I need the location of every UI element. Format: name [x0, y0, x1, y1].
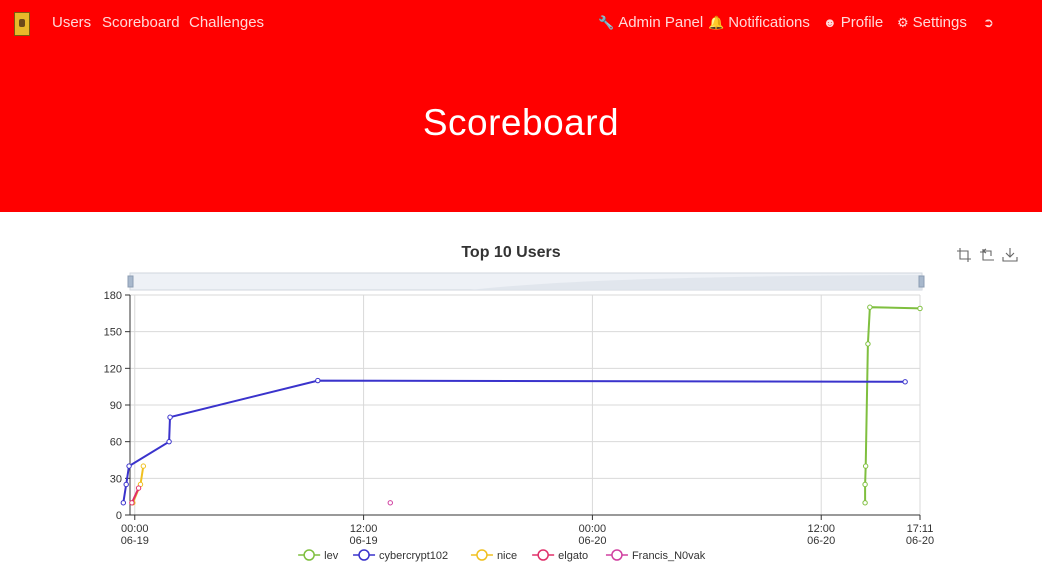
nav-notifications-label: Notifications: [728, 14, 810, 31]
scoreboard-chart-area: Top 10 Users 0 30 60 90 120 150 180 00:00 06-19 1…: [0, 212, 1042, 577]
zoom-handle-right[interactable]: [918, 275, 925, 288]
scoreboard-chart: Top 10 Users 030609012015018000:0006-191…: [104, 244, 1018, 562]
chart-grid: [130, 294, 921, 516]
nav-logout-link[interactable]: ➲: [983, 14, 998, 31]
gears-icon: ⚙: [897, 15, 909, 30]
series-francis-n0vak: [387, 500, 393, 506]
nav-settings-link[interactable]: ⚙ Settings: [897, 14, 967, 31]
legend-label: cybercrypt102: [379, 550, 448, 562]
legend-item[interactable]: nice: [470, 549, 517, 562]
x-tick-date-label: 06-20: [906, 535, 934, 547]
nav-profile-label: Profile: [840, 14, 884, 31]
y-tick-label: 60: [110, 437, 122, 449]
nav-settings-label: Settings: [912, 14, 967, 31]
x-tick-date-label: 06-19: [121, 535, 149, 547]
legend-label: elgato: [558, 550, 588, 562]
user-circle-icon: ☻: [823, 15, 837, 30]
data-point[interactable]: [135, 485, 142, 491]
legend-label: lev: [324, 550, 339, 562]
data-point[interactable]: [902, 379, 908, 385]
hero-banner: Users Scoreboard Challenges 🔧 Admin Panel…: [0, 0, 1042, 212]
chart-legend: lev cybercrypt102 nice elgato Francis_N0vak: [298, 549, 706, 562]
legend-item[interactable]: elgato: [532, 549, 588, 562]
data-point[interactable]: [867, 304, 873, 310]
y-tick-label: 30: [110, 473, 122, 485]
download-icon[interactable]: [1002, 248, 1018, 262]
data-point[interactable]: [862, 481, 868, 488]
nav-challenges-link[interactable]: Challenges: [189, 14, 264, 31]
x-tick-date-label: 06-20: [578, 535, 606, 547]
nav-admin-panel-link[interactable]: 🔧 Admin Panel: [598, 14, 703, 31]
data-point[interactable]: [123, 481, 129, 488]
legend-marker: [303, 549, 315, 561]
page-title: Scoreboard: [422, 102, 620, 143]
top-navbar: Users Scoreboard Challenges 🔧 Admin Panel…: [0, 0, 1042, 46]
nav-scoreboard-link[interactable]: Scoreboard: [102, 14, 180, 31]
data-point[interactable]: [917, 305, 923, 312]
x-tick-time-label: 12:00: [807, 523, 835, 535]
x-tick-date-label: 06-19: [350, 535, 378, 547]
y-tick-label: 90: [110, 400, 122, 412]
data-point[interactable]: [387, 500, 393, 506]
legend-marker: [537, 549, 549, 561]
x-tick-time-label: 00:00: [121, 523, 149, 535]
data-zoom-slider[interactable]: [127, 272, 925, 291]
legend-item[interactable]: cybercrypt102: [353, 549, 448, 562]
y-tick-label: 180: [104, 290, 122, 302]
data-point[interactable]: [315, 377, 321, 384]
legend-label: Francis_N0vak: [632, 550, 706, 562]
zoom-reset-icon[interactable]: [980, 248, 994, 261]
x-tick-date-label: 06-20: [807, 535, 835, 547]
x-tick-time-label: 00:00: [579, 523, 607, 535]
legend-marker: [358, 549, 370, 561]
data-point[interactable]: [167, 414, 173, 420]
nav-users-link[interactable]: Users: [52, 14, 91, 31]
zoom-handle-left[interactable]: [127, 275, 134, 288]
data-point[interactable]: [126, 463, 132, 469]
x-tick-time-label: 12:00: [350, 523, 378, 535]
chart-title: Top 10 Users: [461, 244, 560, 261]
nav-profile-link[interactable]: ☻ Profile: [823, 14, 883, 31]
nav-admin-panel-label: Admin Panel: [618, 14, 704, 31]
logout-icon: ➲: [983, 15, 994, 30]
chart-axes: 030609012015018000:0006-1912:0006-1900:0…: [104, 290, 934, 547]
y-tick-label: 120: [104, 363, 122, 375]
data-point[interactable]: [120, 500, 127, 506]
data-point[interactable]: [865, 341, 871, 347]
legend-marker: [611, 549, 623, 561]
wrench-icon: 🔧: [598, 15, 615, 30]
ctf-logo-icon[interactable]: [14, 12, 30, 36]
data-point[interactable]: [862, 500, 868, 506]
nav-notifications-link[interactable]: 🔔 Notifications: [708, 14, 810, 31]
y-tick-label: 0: [116, 510, 122, 522]
legend-item[interactable]: Francis_N0vak: [605, 549, 706, 562]
data-point[interactable]: [129, 500, 135, 506]
data-point[interactable]: [140, 463, 147, 469]
bell-icon: 🔔: [708, 15, 725, 30]
data-point[interactable]: [166, 438, 172, 445]
legend-item[interactable]: lev: [298, 549, 339, 562]
zoom-select-icon[interactable]: [957, 248, 971, 262]
legend-marker: [476, 549, 488, 561]
data-point[interactable]: [862, 463, 869, 469]
legend-label: nice: [497, 550, 517, 562]
y-tick-label: 150: [104, 327, 122, 339]
x-tick-time-label: 17:11: [907, 523, 934, 535]
